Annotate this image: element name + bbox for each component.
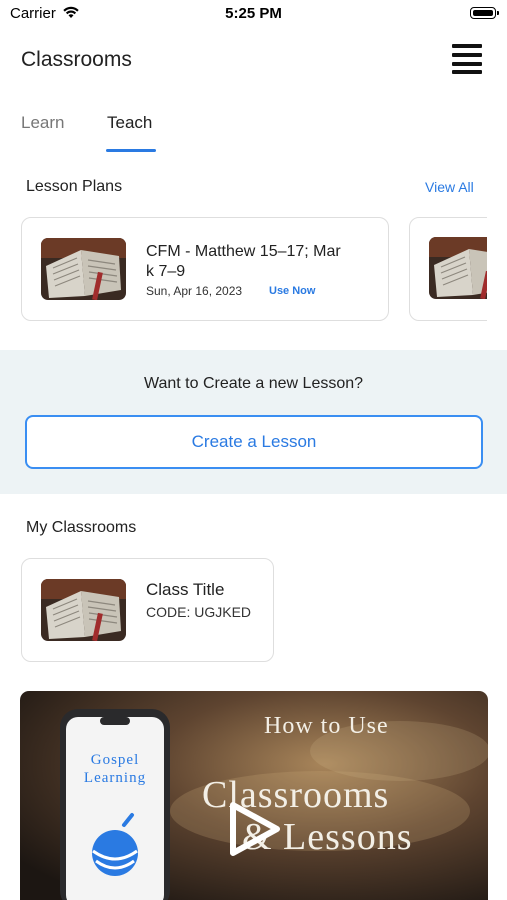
- classroom-code: CODE: UGJKED: [146, 604, 252, 620]
- scripture-book-thumbnail: [41, 579, 126, 641]
- lesson-plans-heading: Lesson Plans: [26, 178, 123, 195]
- lesson-plan-card-peek[interactable]: [409, 217, 487, 321]
- lesson-plan-title-line2: k 7–9: [146, 263, 186, 280]
- phone-app-name: Gospel Learning: [82, 751, 148, 787]
- video-line1: How to Use: [264, 713, 389, 739]
- scripture-book-thumbnail: [429, 237, 487, 299]
- my-classrooms-heading: My Classrooms: [26, 519, 137, 536]
- tutorial-video-thumbnail[interactable]: Gospel Learning How to Use Classrooms & …: [20, 691, 488, 900]
- tab-learn[interactable]: Learn: [21, 113, 64, 133]
- play-icon[interactable]: [225, 799, 285, 859]
- hamburger-menu-icon[interactable]: [452, 44, 482, 74]
- lesson-plan-date: Sun, Apr 16, 2023: [146, 284, 243, 298]
- phone-text-line1: Gospel: [90, 752, 140, 768]
- lesson-plan-title-line1: CFM - Matthew 15–17; Mar: [146, 243, 341, 260]
- view-all-link[interactable]: View All: [425, 179, 474, 195]
- page-title: Classrooms: [21, 48, 132, 71]
- scripture-book-thumbnail: [41, 238, 126, 300]
- active-tab-indicator: [106, 149, 156, 152]
- clock: 5:25 PM: [225, 5, 282, 22]
- tab-teach[interactable]: Teach: [107, 113, 152, 133]
- lesson-plan-title: CFM - Matthew 15–17; Mar k 7–9: [146, 242, 381, 282]
- lesson-plan-card[interactable]: CFM - Matthew 15–17; Mar k 7–9 Sun, Apr …: [21, 217, 389, 321]
- phone-text-line2: Learning: [83, 770, 147, 786]
- classroom-card[interactable]: Class Title CODE: UGJKED: [21, 558, 274, 662]
- create-lesson-button[interactable]: Create a Lesson: [25, 415, 483, 469]
- create-lesson-prompt: Want to Create a new Lesson?: [143, 375, 364, 392]
- status-bar: Carrier 5:25 PM: [0, 0, 507, 30]
- battery-icon: [470, 7, 499, 19]
- use-now-link[interactable]: Use Now: [269, 285, 315, 297]
- classroom-title: Class Title: [146, 580, 225, 599]
